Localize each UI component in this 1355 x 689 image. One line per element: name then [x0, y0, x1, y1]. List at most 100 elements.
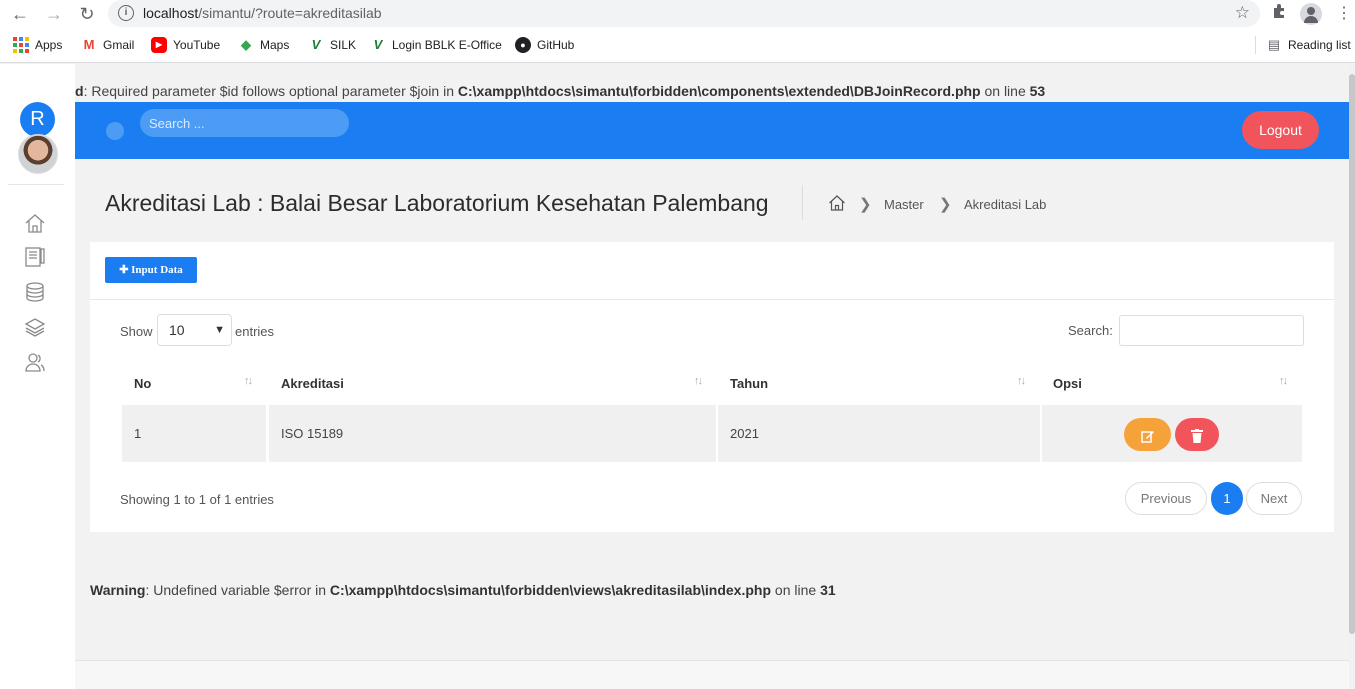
pagination-previous[interactable]: Previous	[1125, 482, 1207, 515]
column-header-tahun[interactable]: Tahun	[730, 376, 768, 391]
warning-path: C:\xampp\htdocs\simantu\forbidden\compon…	[457, 83, 981, 99]
sort-icon[interactable]: ↑↓	[694, 375, 703, 387]
notebook-icon[interactable]	[24, 246, 46, 268]
gmail-icon: M	[83, 37, 95, 52]
bookmark-maps[interactable]: ◆ Maps	[238, 37, 289, 53]
table-search-input[interactable]	[1119, 315, 1304, 346]
page: R d: Required parameter $id follows opti…	[0, 64, 1355, 689]
address-bar[interactable]: i localhost/simantu/?route=akreditasilab…	[108, 0, 1260, 27]
maps-icon: ◆	[241, 37, 251, 52]
layers-icon[interactable]	[24, 316, 46, 338]
bookmark-gmail[interactable]: M Gmail	[81, 37, 135, 53]
edit-icon	[1140, 430, 1154, 443]
table-info: Showing 1 to 1 of 1 entries	[120, 492, 274, 507]
entries-per-page-select[interactable]: 10 ▼	[157, 314, 232, 346]
bookmarks-bar: Apps M Gmail ▶ YouTube ◆ Maps V SILK V L…	[0, 27, 1355, 63]
data-card: ✚ Input Data Show 10 ▼ entries Search: No…	[90, 242, 1334, 532]
bookmarks-separator	[1255, 36, 1256, 54]
cell-tahun: 2021	[718, 405, 1040, 462]
reload-icon[interactable]: ↻	[76, 3, 98, 25]
warning-line-number: 31	[820, 582, 836, 598]
bookmark-youtube[interactable]: ▶ YouTube	[151, 37, 220, 53]
sort-icon[interactable]: ↑↓	[1017, 375, 1026, 387]
back-icon[interactable]: ←	[9, 3, 31, 25]
github-icon: ●	[515, 37, 531, 53]
bookmark-github[interactable]: ● GitHub	[515, 37, 574, 53]
column-header-no[interactable]: No	[134, 376, 151, 391]
reading-list-icon: ▤	[1267, 37, 1281, 52]
search-input[interactable]	[140, 109, 349, 137]
home-icon[interactable]	[24, 212, 46, 234]
page-scrollbar[interactable]	[1349, 64, 1355, 689]
logout-button[interactable]: Logout	[1242, 111, 1319, 149]
avatar[interactable]	[18, 134, 58, 174]
profile-avatar-icon[interactable]	[1300, 3, 1322, 25]
reading-list[interactable]: ▤ Reading list	[1266, 37, 1351, 53]
page-footer	[75, 660, 1349, 689]
cell-akreditasi: ISO 15189	[269, 405, 716, 462]
breadcrumb-item-master[interactable]: Master	[884, 197, 924, 212]
bookmark-label: GitHub	[537, 38, 575, 52]
pagination-page-1[interactable]: 1	[1211, 482, 1243, 515]
user-initial-badge[interactable]: R	[20, 102, 55, 137]
warning-line-label: on line	[980, 83, 1030, 99]
show-label: Show	[120, 324, 153, 339]
main-content: d: Required parameter $id follows option…	[75, 64, 1355, 689]
url-path: /simantu/?route=akreditasilab	[198, 5, 382, 21]
warning-line-label: on line	[771, 582, 821, 598]
input-data-label: Input Data	[131, 264, 183, 276]
bookmark-label: Apps	[35, 38, 63, 52]
warning-label: d	[75, 83, 84, 99]
menu-kebab-icon[interactable]: ⋮	[1333, 3, 1355, 25]
sidebar: R	[0, 64, 75, 689]
warning-message: : Undefined variable $error in	[145, 582, 330, 598]
input-data-button[interactable]: ✚ Input Data	[105, 257, 197, 283]
cell-no: 1	[122, 405, 266, 462]
php-warning-top: d: Required parameter $id follows option…	[75, 83, 1045, 99]
bookmark-label: Maps	[260, 38, 290, 52]
scrollbar-thumb[interactable]	[1349, 74, 1355, 634]
menu-toggle-icon[interactable]	[106, 122, 124, 140]
trash-icon	[1191, 428, 1203, 443]
column-header-akreditasi[interactable]: Akreditasi	[281, 376, 344, 391]
table-row: 1 ISO 15189 2021	[122, 405, 1302, 462]
database-icon[interactable]	[24, 281, 46, 303]
bookmark-label: Login BBLK E-Office	[392, 38, 502, 52]
card-divider	[90, 299, 1334, 300]
url-text[interactable]: localhost/simantu/?route=akreditasilab	[143, 5, 382, 21]
url-host: localhost	[143, 5, 199, 21]
title-divider	[802, 185, 803, 220]
edit-button[interactable]	[1124, 418, 1171, 451]
forward-icon[interactable]: →	[43, 3, 65, 25]
bookmark-apps[interactable]: Apps	[13, 37, 62, 53]
reading-list-label: Reading list	[1288, 38, 1351, 52]
column-header-opsi[interactable]: Opsi	[1053, 376, 1082, 391]
extensions-icon[interactable]	[1268, 3, 1290, 25]
top-navbar: Logout	[75, 102, 1349, 159]
apps-grid-icon	[13, 37, 29, 53]
sort-icon[interactable]: ↑↓	[244, 375, 253, 387]
warning-label: Warning	[90, 582, 146, 598]
bookmark-label: SILK	[330, 38, 357, 52]
breadcrumb-home-icon[interactable]	[828, 194, 846, 212]
silk-icon: V	[311, 37, 321, 52]
sort-icon[interactable]: ↑↓	[1279, 375, 1288, 387]
plus-icon: ✚	[119, 264, 132, 276]
cell-opsi	[1042, 405, 1302, 462]
browser-toolbar: ← → ↻ i localhost/simantu/?route=akredit…	[0, 0, 1355, 27]
bookmark-label: Gmail	[103, 38, 135, 52]
bookmark-eoffice[interactable]: V Login BBLK E-Office	[370, 37, 502, 53]
site-info-icon[interactable]: i	[118, 5, 134, 21]
breadcrumb-chevron-icon: ❯	[939, 196, 952, 213]
warning-path: C:\xampp\htdocs\simantu\forbidden\views\…	[329, 582, 772, 598]
entries-value: 10	[169, 322, 185, 338]
entries-label: entries	[235, 324, 275, 339]
bookmark-star-icon[interactable]: ☆	[1235, 3, 1250, 23]
users-icon[interactable]	[24, 351, 46, 373]
bookmark-label: YouTube	[173, 38, 221, 52]
pagination-next[interactable]: Next	[1246, 482, 1302, 515]
bookmark-silk[interactable]: V SILK	[308, 37, 356, 53]
delete-button[interactable]	[1175, 418, 1219, 451]
breadcrumb-chevron-icon: ❯	[859, 196, 872, 213]
sidebar-divider	[8, 184, 64, 185]
